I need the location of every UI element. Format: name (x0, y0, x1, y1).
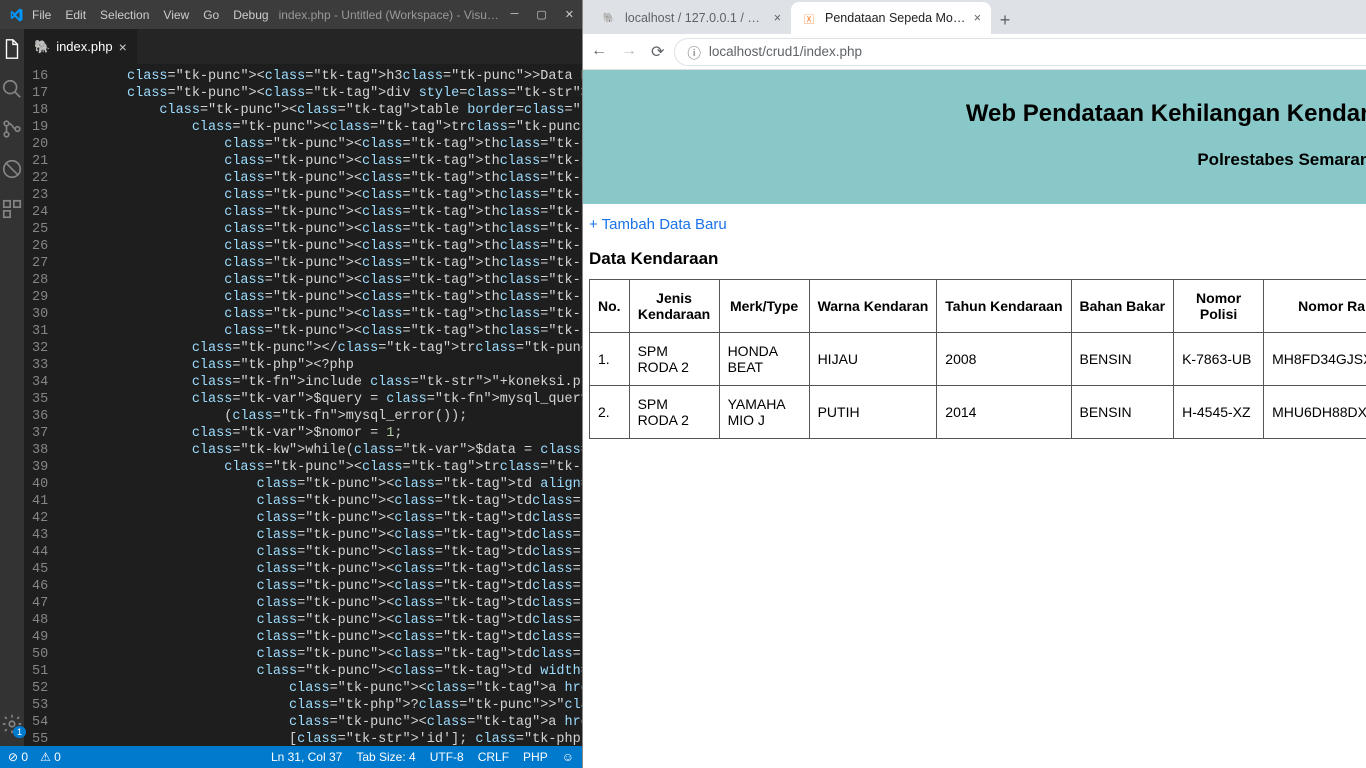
table-header-row: No.Jenis KendaraanMerk/TypeWarna Kendara… (590, 280, 1366, 333)
code-content[interactable]: class="tk-punc"><class="tk-tag">h3class=… (62, 64, 582, 746)
table-cell: SPM RODA 2 (629, 386, 719, 439)
extensions-icon[interactable] (0, 197, 24, 221)
page-content[interactable]: Web Pendataan Kehilangan Kendaraan Bermo… (583, 70, 1366, 768)
close-icon[interactable]: ✕ (565, 8, 574, 21)
editor-tabbar: 🐘 index.php × ◧ ⧉ ⋯ (24, 29, 582, 64)
col-header: No. (590, 280, 630, 333)
table-cell: MH8FD34GJSX-245548 (1264, 333, 1366, 386)
menu-selection[interactable]: Selection (100, 8, 149, 22)
chrome-tabstrip: 🐘 localhost / 127.0.0.1 / crud1 | ph... … (583, 0, 1366, 34)
new-tab-button[interactable]: + (991, 6, 1019, 34)
page-banner: Web Pendataan Kehilangan Kendaraan Bermo… (583, 70, 1366, 204)
table-cell: K-7863-UB (1174, 333, 1264, 386)
table-cell: YAMAHA MIO J (719, 386, 809, 439)
tab-close-icon[interactable]: × (774, 11, 781, 25)
search-icon[interactable] (0, 77, 24, 101)
editor-tab-indexphp[interactable]: 🐘 index.php × (24, 29, 138, 64)
line-gutter: 16 17 18 19 20 21 22 23 24 25 26 27 28 2… (24, 64, 62, 746)
chrome-tab-phpmyadmin[interactable]: 🐘 localhost / 127.0.0.1 / crud1 | ph... … (591, 2, 791, 34)
url-text: localhost/crud1/index.php (709, 44, 862, 59)
chrome-tab-pendataan[interactable]: 🅇 Pendataan Sepeda Motor × (791, 2, 991, 34)
menu-debug[interactable]: Debug (233, 8, 268, 22)
editor-area: 🐘 index.php × ◧ ⧉ ⋯ 16 17 18 19 20 21 22… (24, 29, 582, 746)
back-icon[interactable]: ← (591, 42, 607, 62)
menu-edit[interactable]: Edit (65, 8, 86, 22)
forward-icon[interactable]: → (621, 42, 637, 62)
settings-gear-icon[interactable]: 1 (0, 712, 24, 736)
vscode-logo-icon (8, 7, 24, 23)
tab-title: index.php (56, 39, 112, 54)
status-feedback-icon[interactable]: ☺ (562, 750, 574, 764)
menu-file[interactable]: File (32, 8, 51, 22)
gear-badge: 1 (13, 726, 26, 738)
vscode-window: File Edit Selection View Go Debug index.… (0, 0, 582, 768)
vscode-window-controls: ─ ▢ ✕ (511, 8, 574, 21)
status-tabsize[interactable]: Tab Size: 4 (356, 750, 415, 764)
col-header: Warna Kendaran (809, 280, 937, 333)
address-bar[interactable]: ⓘ localhost/crud1/index.php (674, 38, 1366, 66)
vscode-window-title: index.php - Untitled (Workspace) - Visua… (269, 8, 511, 22)
table-cell: 2. (590, 386, 630, 439)
tab-title: localhost / 127.0.0.1 / crud1 | ph... (625, 11, 766, 25)
kendaraan-table: No.Jenis KendaraanMerk/TypeWarna Kendara… (589, 279, 1366, 439)
table-scroll-wrap[interactable]: No.Jenis KendaraanMerk/TypeWarna Kendara… (589, 279, 1366, 439)
phpmyadmin-favicon-icon: 🐘 (601, 10, 617, 26)
activity-bar: 1 (0, 29, 24, 746)
banner-subtitle: Polrestabes Semarang (593, 150, 1366, 170)
php-file-icon: 🐘 (34, 39, 50, 55)
status-eol[interactable]: CRLF (478, 750, 509, 764)
navigation-buttons: ← → ⟳ (591, 42, 664, 62)
table-cell: 1. (590, 333, 630, 386)
vscode-titlebar: File Edit Selection View Go Debug index.… (0, 0, 582, 29)
banner-title: Web Pendataan Kehilangan Kendaraan Bermo… (593, 100, 1366, 128)
tab-close-icon[interactable]: × (974, 11, 981, 25)
chrome-toolbar: ← → ⟳ ⓘ localhost/crud1/index.php 🌐 ☆ 📷 … (583, 34, 1366, 70)
minimize-icon[interactable]: ─ (511, 8, 519, 21)
tab-close-icon[interactable]: × (119, 39, 127, 55)
col-header: Tahun Kendaraan (937, 280, 1071, 333)
tab-title: Pendataan Sepeda Motor (825, 11, 966, 25)
menu-view[interactable]: View (163, 8, 189, 22)
status-warnings[interactable]: ⚠ 0 (40, 750, 61, 764)
table-cell: BENSIN (1071, 333, 1174, 386)
col-header: Nomor Polisi (1174, 280, 1264, 333)
chrome-window: 🐘 localhost / 127.0.0.1 / crud1 | ph... … (582, 0, 1366, 768)
explorer-icon[interactable] (0, 37, 24, 61)
add-data-link[interactable]: + Tambah Data Baru (589, 216, 727, 233)
table-cell: 2008 (937, 333, 1071, 386)
table-cell: BENSIN (1071, 386, 1174, 439)
col-header: Bahan Bakar (1071, 280, 1174, 333)
menu-go[interactable]: Go (203, 8, 219, 22)
reload-icon[interactable]: ⟳ (651, 42, 664, 62)
section-heading: Data Kendaraan (589, 249, 1366, 269)
xampp-favicon-icon: 🅇 (801, 10, 817, 26)
source-control-icon[interactable] (0, 117, 24, 141)
vscode-menus: File Edit Selection View Go Debug (32, 8, 269, 22)
table-cell: HIJAU (809, 333, 937, 386)
site-info-icon[interactable]: ⓘ (687, 42, 701, 62)
maximize-icon[interactable]: ▢ (536, 8, 546, 21)
col-header: Jenis Kendaraan (629, 280, 719, 333)
status-language[interactable]: PHP (523, 750, 548, 764)
table-cell: SPM RODA 2 (629, 333, 719, 386)
status-errors[interactable]: ⊘ 0 (8, 750, 28, 764)
table-row: 1.SPM RODA 2HONDA BEATHIJAU2008BENSINK-7… (590, 333, 1366, 386)
table-row: 2.SPM RODA 2YAMAHA MIO JPUTIH2014BENSINH… (590, 386, 1366, 439)
horizontal-scrollbar[interactable] (589, 439, 1366, 455)
status-cursor[interactable]: Ln 31, Col 37 (271, 750, 342, 764)
status-bar: ⊘ 0 ⚠ 0 Ln 31, Col 37 Tab Size: 4 UTF-8 … (0, 746, 582, 768)
debug-icon[interactable] (0, 157, 24, 181)
table-cell: 2014 (937, 386, 1071, 439)
table-cell: PUTIH (809, 386, 937, 439)
code-editor[interactable]: 16 17 18 19 20 21 22 23 24 25 26 27 28 2… (24, 64, 582, 746)
table-cell: HONDA BEAT (719, 333, 809, 386)
status-encoding[interactable]: UTF-8 (430, 750, 464, 764)
table-cell: MHU6DH88DX-264837 (1264, 386, 1366, 439)
col-header: Merk/Type (719, 280, 809, 333)
col-header: Nomor Rangka (1264, 280, 1366, 333)
table-cell: H-4545-XZ (1174, 386, 1264, 439)
